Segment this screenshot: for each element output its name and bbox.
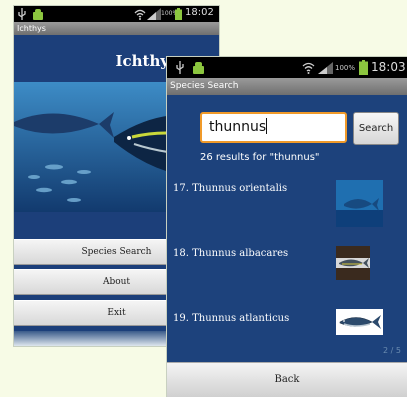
android-notification-icon (33, 9, 43, 20)
battery-icon (359, 60, 368, 75)
search-input[interactable]: thunnus (200, 112, 347, 143)
result-item-thunnus-atlanticus[interactable]: 19. Thunnus atlanticus (173, 313, 289, 324)
battery-percent: 100% (335, 64, 356, 72)
status-time: 18:02 (185, 7, 214, 18)
thunnus-albacares-thumbnail[interactable] (336, 246, 370, 280)
battery-icon (175, 8, 182, 20)
result-item-thunnus-albacares[interactable]: 18. Thunnus albacares (173, 248, 288, 259)
signal-icon (147, 8, 161, 20)
search-query: thunnus (209, 119, 267, 135)
signal-icon (318, 62, 333, 74)
usb-icon (176, 61, 184, 74)
wifi-icon (134, 9, 146, 20)
status-bar: 100% 18:03 (167, 57, 407, 78)
result-item-thunnus-orientalis[interactable]: 17. Thunnus orientalis (173, 183, 287, 194)
thunnus-atlanticus-thumbnail[interactable] (336, 309, 383, 335)
wifi-icon (302, 62, 315, 74)
search-button[interactable]: Search (353, 112, 399, 145)
status-bar: 100% 18:02 (14, 6, 219, 22)
status-time: 18:03 (371, 60, 406, 74)
page-indicator: 2 / 5 (383, 346, 401, 355)
thunnus-orientalis-thumbnail[interactable] (336, 180, 383, 227)
usb-icon (18, 8, 26, 20)
text-caret (266, 118, 268, 134)
android-notification-icon (193, 62, 204, 74)
back-button[interactable]: Back (167, 362, 407, 397)
window-title-bar: Ichthys (14, 22, 219, 35)
results-count: 26 results for "thunnus" (200, 152, 320, 163)
species-search-screen: 100% 18:03 Species Search thunnus Search… (167, 57, 407, 397)
window-title-bar: Species Search (167, 78, 407, 95)
